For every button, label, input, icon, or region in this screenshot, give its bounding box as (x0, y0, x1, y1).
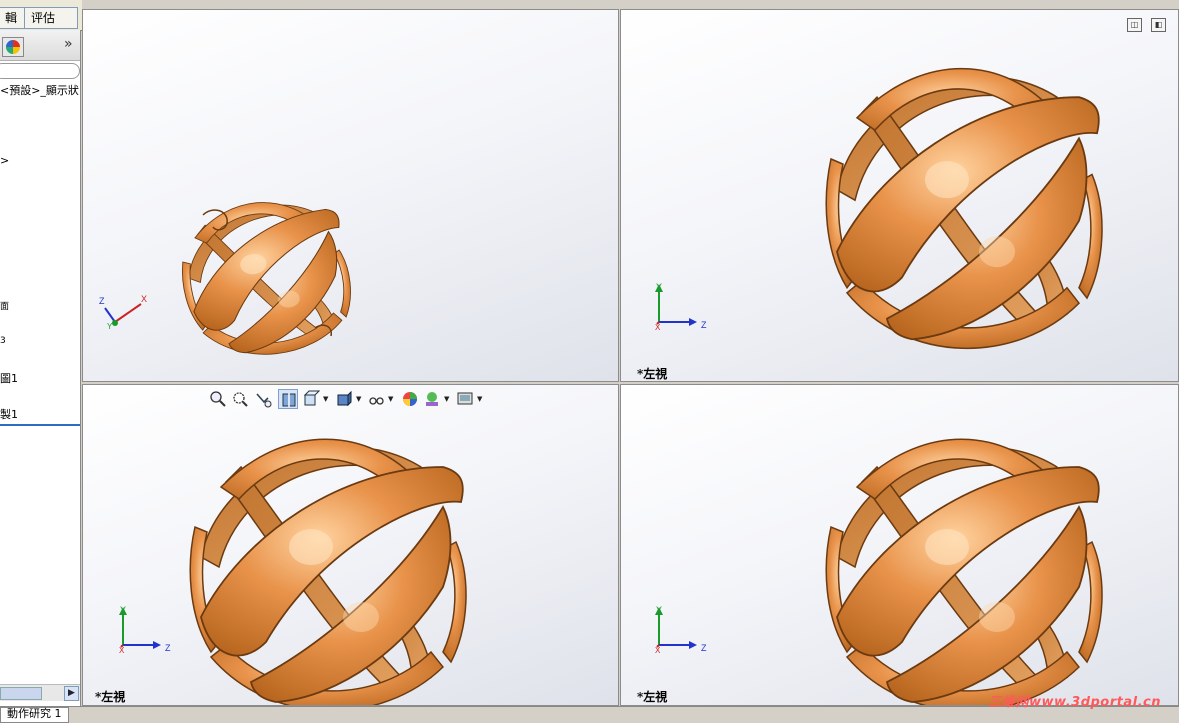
tree-filter-input[interactable] (0, 63, 80, 79)
tree-item-copy[interactable]: 製1 (0, 406, 18, 422)
display-style-icon[interactable] (334, 389, 354, 409)
watermark: 三维网www.3dportal.cn (988, 695, 1161, 710)
zoom-to-area-icon[interactable] (230, 389, 250, 409)
svg-text:Z: Z (701, 643, 707, 653)
view-label: *左視 (637, 367, 668, 381)
svg-text:Z: Z (165, 643, 171, 653)
isometric-axis-triad: Z X Y (99, 294, 147, 331)
tree-item-expander[interactable]: > (0, 154, 9, 167)
svg-text:X: X (655, 323, 661, 332)
expand-panel-icon[interactable]: » (64, 36, 73, 52)
chevron-down-icon[interactable]: ▼ (444, 395, 449, 403)
viewport-left-bottom-b[interactable]: Y Z X *左視 (620, 384, 1179, 706)
hide-show-icon[interactable] (366, 389, 386, 409)
svg-text:Y: Y (107, 322, 113, 331)
tree-item-sketch-ref[interactable]: 3 (0, 336, 6, 346)
scroll-right-icon[interactable]: ▶ (64, 686, 79, 701)
appearance-icon[interactable] (400, 389, 420, 409)
isometric-model-view (172, 191, 360, 365)
svg-text:X: X (141, 294, 147, 304)
display-manager-icon[interactable] (2, 37, 24, 57)
view-label: *左視 (637, 690, 668, 704)
section-view-icon[interactable] (278, 389, 298, 409)
feature-manager-panel: » <預設>_顯示狀! > 面 3 圖1 製1 ▶ (0, 30, 81, 706)
view-label: *左視 (95, 690, 126, 704)
left-view-model (189, 438, 467, 705)
zoom-to-fit-icon[interactable] (208, 389, 228, 409)
viewport-isometric[interactable]: Z X Y (82, 9, 619, 382)
axis-triad: Y Z X (654, 605, 707, 655)
svg-text:Z: Z (701, 320, 707, 330)
horizontal-scrollbar[interactable]: ▶ (0, 684, 80, 701)
view-orientation-icon[interactable] (301, 389, 321, 409)
left-view-model (825, 438, 1103, 705)
viewport-link-icon[interactable]: ◧ (1151, 18, 1166, 32)
viewport-left-bottom-a[interactable]: Y Z X *左視 (82, 384, 619, 706)
scene-icon[interactable] (422, 389, 442, 409)
tab-evaluate[interactable]: 评估 (24, 7, 78, 29)
tree-item-sketch[interactable]: 圖1 (0, 370, 18, 386)
chevron-down-icon[interactable]: ▼ (388, 395, 393, 403)
previous-view-icon[interactable] (253, 389, 273, 409)
svg-text:Y: Y (120, 605, 126, 615)
tree-item-display-state[interactable]: <預設>_顯示狀! (0, 82, 80, 98)
viewport-restore-icon[interactable]: ◫ (1127, 18, 1142, 32)
svg-text:X: X (119, 646, 125, 655)
scroll-thumb[interactable] (0, 687, 42, 700)
svg-text:Y: Y (656, 282, 662, 292)
rollback-bar[interactable] (0, 424, 80, 426)
tree-item-plane[interactable]: 面 (0, 299, 9, 312)
axis-triad: Y Z X (654, 282, 707, 332)
chevron-down-icon[interactable]: ▼ (323, 395, 328, 403)
chevron-down-icon[interactable]: ▼ (477, 395, 482, 403)
svg-text:Y: Y (656, 605, 662, 615)
manager-toolbar: » (0, 30, 80, 61)
axis-triad: Y Z X (118, 605, 171, 655)
svg-text:X: X (655, 646, 661, 655)
view-settings-icon[interactable] (455, 389, 475, 409)
top-tab-strip: 輯 评估 (0, 0, 82, 31)
svg-text:Z: Z (99, 296, 105, 306)
tab-motion-study[interactable]: 動作研究 1 (0, 707, 69, 723)
chevron-down-icon[interactable]: ▼ (356, 395, 361, 403)
viewport-left-top[interactable]: ◫ ◧ Y Z X *左視 (620, 9, 1179, 382)
